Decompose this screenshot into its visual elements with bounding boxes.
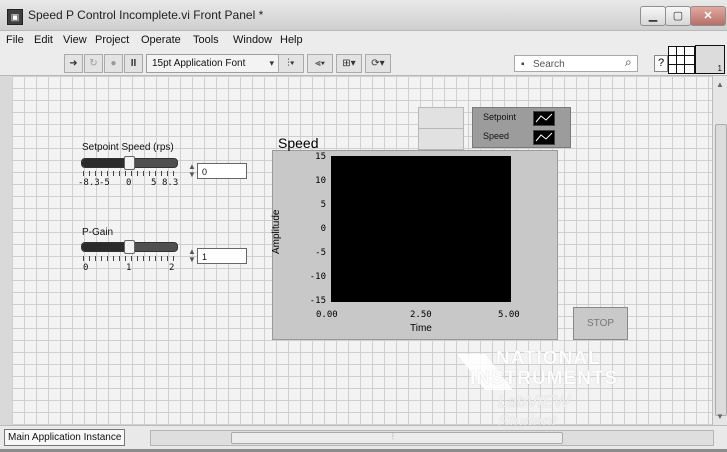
align-objects-icon[interactable]: ⫶▾	[278, 54, 304, 73]
minimize-button[interactable]: ▁	[640, 6, 666, 26]
font-selector-value: 15pt Application Font	[152, 58, 246, 69]
menu-file[interactable]: File	[6, 34, 24, 46]
y-tick-label: -15	[309, 296, 326, 306]
pgain-numeric-input[interactable]: 1	[197, 248, 247, 264]
help-icon[interactable]: ?	[654, 55, 668, 72]
line-plot-icon	[535, 132, 553, 142]
pgain-label: P-Gain	[82, 227, 114, 238]
legend-swatch-speed[interactable]	[533, 130, 555, 145]
close-button[interactable]: ✕	[690, 6, 726, 26]
menu-window[interactable]: Window	[233, 34, 272, 46]
plot-area[interactable]	[331, 156, 511, 302]
setpoint-slider-fill	[82, 159, 130, 167]
y-tick-label: 15	[315, 152, 326, 162]
pgain-slider-fill	[82, 243, 130, 251]
pgain-slider-knob[interactable]	[123, 240, 135, 254]
window-title: Speed P Control Incomplete.vi Front Pane…	[28, 8, 264, 22]
search-placeholder: Search	[533, 59, 565, 70]
search-input[interactable]: ▪ Search	[514, 55, 638, 72]
distribute-objects-icon[interactable]: ⫷▾	[307, 54, 333, 73]
run-arrow-icon[interactable]: ➜	[64, 54, 83, 73]
stop-button[interactable]: STOP	[573, 307, 628, 340]
horizontal-scroll-thumb[interactable]: ⦙	[231, 432, 563, 444]
setpoint-slider-knob[interactable]	[123, 156, 135, 170]
front-panel-window: ▣ Speed P Control Incomplete.vi Front Pa…	[0, 0, 727, 451]
scroll-up-icon[interactable]: ▲	[716, 80, 724, 89]
pgain-tick: 0	[83, 263, 89, 273]
y-axis-title: Amplitude	[271, 209, 282, 254]
grip-icon: ⦙	[392, 432, 394, 441]
application-instance-field[interactable]: Main Application Instance	[4, 429, 126, 446]
menu-project[interactable]: Project	[95, 34, 129, 46]
chart-title: Speed	[278, 135, 319, 151]
menu-help[interactable]: Help	[280, 34, 303, 46]
pgain-tick: 2	[169, 263, 175, 273]
setpoint-scale-ticks	[83, 171, 175, 176]
setpoint-tick: -5	[99, 178, 110, 188]
speed-digital-display	[418, 128, 464, 150]
pgain-increment-decrement[interactable]: ▲ ▼	[187, 248, 197, 264]
legend-swatch-setpoint[interactable]	[533, 111, 555, 126]
resize-objects-icon[interactable]: ⊞▾	[336, 54, 362, 73]
reorder-icon[interactable]: ⟳▾	[365, 54, 391, 73]
status-bar: Main Application Instance ⦙	[0, 425, 727, 449]
menu-bar: File Edit View Project Operate Tools Win…	[0, 31, 727, 51]
pause-icon[interactable]: II	[124, 54, 143, 73]
x-axis-title: Time	[410, 323, 432, 334]
vertical-scrollbar[interactable]: ▲ ▼	[712, 76, 727, 425]
setpoint-label: Setpoint Speed (rps)	[82, 142, 174, 153]
setpoint-tick: -8.3	[78, 178, 100, 188]
menu-operate[interactable]: Operate	[141, 34, 181, 46]
menu-edit[interactable]: Edit	[34, 34, 53, 46]
watermark-line1: NATIONAL	[496, 348, 601, 369]
x-tick-label: 5.00	[498, 310, 520, 320]
labview-app-icon: ▣	[7, 9, 23, 25]
title-bar: ▣ Speed P Control Incomplete.vi Front Pa…	[0, 0, 727, 31]
setpoint-tick: 0	[126, 178, 132, 188]
setpoint-increment-decrement[interactable]: ▲ ▼	[187, 163, 197, 179]
pgain-scale-ticks	[83, 256, 175, 261]
scroll-down-icon[interactable]: ▼	[716, 412, 724, 421]
x-tick-label: 2.50	[410, 310, 432, 320]
pgain-tick: 1	[126, 263, 132, 273]
chevron-down-icon: ▾	[269, 58, 274, 68]
setpoint-numeric-input[interactable]: 0	[197, 163, 247, 179]
watermark-line2: INSTRUMENTS	[470, 368, 619, 389]
search-icon[interactable]: ⌕	[625, 56, 638, 69]
x-tick-label: 0.00	[316, 310, 338, 320]
y-tick-label: 5	[320, 200, 326, 210]
toolbar: ➜ ↻ ● II 15pt Application Font ▾ ⫶▾ ⫷▾ ⊞…	[0, 51, 727, 76]
vertical-scroll-thumb[interactable]	[715, 124, 727, 416]
legend-label-setpoint: Setpoint	[483, 112, 517, 122]
connector-pane-icon[interactable]	[668, 46, 695, 74]
abort-icon[interactable]: ●	[104, 54, 123, 73]
search-field-marker-icon: ▪	[521, 59, 525, 70]
panel-left-margin	[0, 76, 12, 425]
setpoint-digital-display	[418, 107, 464, 129]
run-continuously-icon[interactable]: ↻	[84, 54, 103, 73]
setpoint-tick: 8.3	[162, 178, 179, 188]
y-tick-label: 0	[320, 224, 326, 234]
legend-label-speed: Speed	[483, 131, 510, 141]
menu-tools[interactable]: Tools	[193, 34, 219, 46]
plot-legend[interactable]: Setpoint Speed	[472, 107, 571, 148]
maximize-button[interactable]: ▢	[665, 6, 691, 26]
line-plot-icon	[535, 113, 553, 123]
vi-icon[interactable]: 1	[695, 45, 725, 74]
menu-view[interactable]: View	[63, 34, 87, 46]
horizontal-scrollbar[interactable]: ⦙	[150, 430, 714, 446]
y-tick-label: 10	[315, 176, 326, 186]
font-selector[interactable]: 15pt Application Font ▾	[146, 54, 279, 73]
y-tick-label: -10	[309, 272, 326, 282]
y-tick-label: -5	[315, 248, 326, 258]
setpoint-tick: 5	[151, 178, 157, 188]
